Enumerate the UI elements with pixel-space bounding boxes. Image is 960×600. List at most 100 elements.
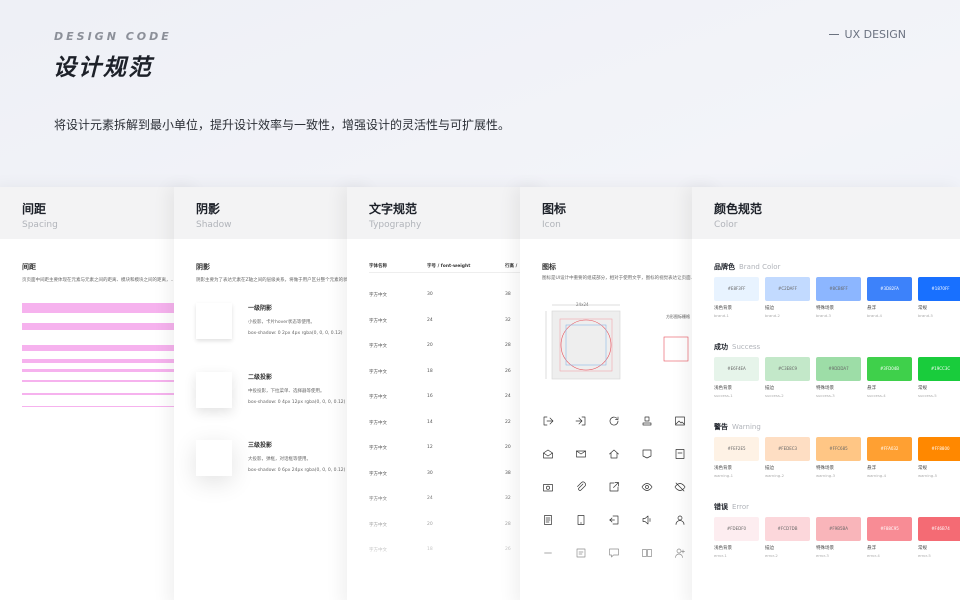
swatch-key: brand-1 bbox=[714, 313, 729, 318]
color-swatch[interactable]: #E8F3FF bbox=[714, 277, 759, 301]
card-subtitle: Color bbox=[714, 220, 738, 230]
cell-font-size: 18 bbox=[427, 368, 433, 374]
color-swatch[interactable]: #C3E8C9 bbox=[765, 357, 810, 381]
swatch-label: 悬浮 bbox=[867, 466, 876, 471]
chat-icon[interactable] bbox=[608, 544, 620, 558]
cell-line-height: 38 bbox=[505, 470, 511, 476]
card-icon[interactable]: 图标 Icon 图标 图标是UI设计中重要的组成部分，相对于使用文字，图标的视觉… bbox=[520, 187, 720, 600]
swatch-key: warning-2 bbox=[765, 473, 784, 478]
color-swatch[interactable]: #8CB6FF bbox=[816, 277, 861, 301]
color-swatch[interactable]: #F9B5BA bbox=[816, 517, 861, 541]
swatch-label: 悬浮 bbox=[867, 546, 876, 551]
login-icon[interactable] bbox=[542, 412, 554, 426]
color-swatch[interactable]: #9DDDA7 bbox=[816, 357, 861, 381]
mail-icon[interactable] bbox=[575, 445, 587, 458]
swatch-label: 悬浮 bbox=[867, 306, 876, 311]
cell-line-height: 26 bbox=[505, 368, 511, 374]
color-swatch[interactable]: #FFA032 bbox=[867, 437, 912, 461]
shadow-css: box-shadow: 0 2px 4px rgba(0, 0, 0, 0.12… bbox=[248, 331, 343, 336]
cell-line-height: 26 bbox=[505, 547, 511, 552]
swatch-key: brand-5 bbox=[918, 313, 933, 318]
cell-font-size: 16 bbox=[427, 394, 433, 399]
exit-icon[interactable] bbox=[608, 511, 620, 525]
swatch-hex: #F9B5BA bbox=[829, 526, 848, 531]
color-group-name: 成功 bbox=[714, 343, 728, 351]
swatch-hex: #3D82FA bbox=[880, 286, 899, 291]
color-swatch[interactable]: #3D82FA bbox=[867, 277, 912, 301]
eye-off-icon[interactable] bbox=[674, 478, 686, 492]
swatch-hex: #FEF2E5 bbox=[727, 446, 746, 451]
shadow-use: 小投影，卡片hover状态等使用。 bbox=[248, 320, 315, 325]
swatch-hex: #8CB6FF bbox=[829, 286, 848, 291]
refresh-icon[interactable] bbox=[608, 412, 620, 426]
color-swatch[interactable]: #3FD04B bbox=[867, 357, 912, 381]
color-swatch[interactable]: #1870FF bbox=[918, 277, 960, 301]
swatch-hex: #C3E8C9 bbox=[777, 366, 798, 371]
cell-font-name: 字方中文 bbox=[369, 420, 387, 426]
cell-font-size: 14 bbox=[427, 419, 433, 425]
color-swatch[interactable]: #FFC685 bbox=[816, 437, 861, 461]
mail-open-icon[interactable] bbox=[542, 445, 554, 459]
cell-font-size: 24 bbox=[427, 496, 433, 501]
paperclip-icon[interactable] bbox=[575, 478, 587, 491]
phone-icon[interactable] bbox=[575, 511, 587, 525]
share-icon[interactable] bbox=[608, 478, 620, 492]
color-swatch[interactable]: #C2DAFF bbox=[765, 277, 810, 301]
minus-icon[interactable] bbox=[542, 544, 554, 556]
color-swatch[interactable]: #19CC3C bbox=[918, 357, 960, 381]
swatch-key: error-5 bbox=[918, 553, 931, 558]
swatch-label: 描边 bbox=[765, 386, 774, 391]
user-add-icon[interactable] bbox=[674, 544, 686, 558]
image-icon[interactable] bbox=[674, 412, 686, 426]
book-icon[interactable] bbox=[641, 544, 653, 557]
card-color[interactable]: 颜色规范 Color 品牌色 Brand Color #E8F3FF 浅色背景 bran… bbox=[692, 187, 960, 600]
home-icon[interactable] bbox=[608, 445, 620, 459]
swatch-label: 悬浮 bbox=[867, 386, 876, 391]
color-swatch[interactable]: #FF8800 bbox=[918, 437, 960, 461]
color-group-title: 错误 Error bbox=[714, 502, 749, 512]
swatch-label: 浅色背景 bbox=[714, 306, 732, 311]
card-shadow[interactable]: 阴影 Shadow 阴影 阴影主要为了表达元素在Z轴之间的层级关系，将做于用户区… bbox=[174, 187, 374, 600]
swatch-key: brand-2 bbox=[765, 313, 780, 318]
doc-icon[interactable] bbox=[542, 511, 554, 525]
camera-icon[interactable] bbox=[542, 478, 554, 492]
card-spacing[interactable]: 间距 Spacing 间距 页页面中间距主要体现在元素与元素之间的距离、模块和模… bbox=[0, 187, 200, 600]
cell-line-height: 28 bbox=[505, 343, 511, 348]
swatch-label: 常规 bbox=[918, 306, 927, 311]
user-icon[interactable] bbox=[674, 511, 686, 525]
enter-icon[interactable] bbox=[575, 412, 587, 426]
section-desc: 页页面中间距主要体现在元素与元素之间的距离、模块和模块之间的距离，… bbox=[22, 278, 175, 283]
cell-font-name: 字方中文 bbox=[369, 548, 387, 553]
color-swatch[interactable]: #FEDEC3 bbox=[765, 437, 810, 461]
message-icon[interactable] bbox=[575, 544, 587, 558]
cell-font-name: 字方中文 bbox=[369, 471, 387, 477]
swatch-key: brand-3 bbox=[816, 313, 831, 318]
map-icon[interactable] bbox=[641, 445, 653, 459]
cell-font-name: 字方中文 bbox=[369, 318, 387, 324]
swatch-hex: #C2DAFF bbox=[777, 286, 798, 291]
col-line-height: 行高 / bbox=[505, 264, 518, 269]
cell-line-height: 32 bbox=[505, 317, 511, 323]
cell-line-height: 28 bbox=[505, 521, 511, 527]
volume-icon[interactable] bbox=[641, 511, 653, 525]
color-swatch[interactable]: #FEF2E5 bbox=[714, 437, 759, 461]
color-swatch[interactable]: #FDEDF0 bbox=[714, 517, 759, 541]
shadow-name: 一级阴影 bbox=[248, 305, 273, 312]
card-typography[interactable]: 文字规范 Typography 字体名称 字号 / font-weight 行高… bbox=[347, 187, 547, 600]
color-swatch[interactable]: #F88C95 bbox=[867, 517, 912, 541]
shadow-level-2: 二级投影 中投投影，下拉菜单、选择器等使用。 box-shadow: 0 4px… bbox=[196, 372, 366, 412]
color-swatch[interactable]: #F46B74 bbox=[918, 517, 960, 541]
card-title: 颜色规范 bbox=[714, 202, 763, 216]
color-swatch[interactable]: #E6F4EA bbox=[714, 357, 759, 381]
card-icon[interactable] bbox=[674, 445, 686, 459]
eye-icon[interactable] bbox=[641, 478, 653, 491]
stamp-icon[interactable] bbox=[641, 412, 653, 426]
swatch-hex: #F88C95 bbox=[880, 526, 899, 531]
swatch-hex: #FEDEC3 bbox=[777, 446, 798, 451]
color-group-en: Error bbox=[732, 503, 750, 511]
swatch-key: warning-1 bbox=[714, 473, 733, 478]
swatch-label: 浅色背景 bbox=[714, 466, 732, 471]
color-swatch[interactable]: #FCD7DB bbox=[765, 517, 810, 541]
shadow-css: box-shadow: 0 6px 24px rgba(0, 0, 0, 0.1… bbox=[248, 468, 346, 473]
swatch-hex: #9DDDA7 bbox=[828, 366, 849, 371]
